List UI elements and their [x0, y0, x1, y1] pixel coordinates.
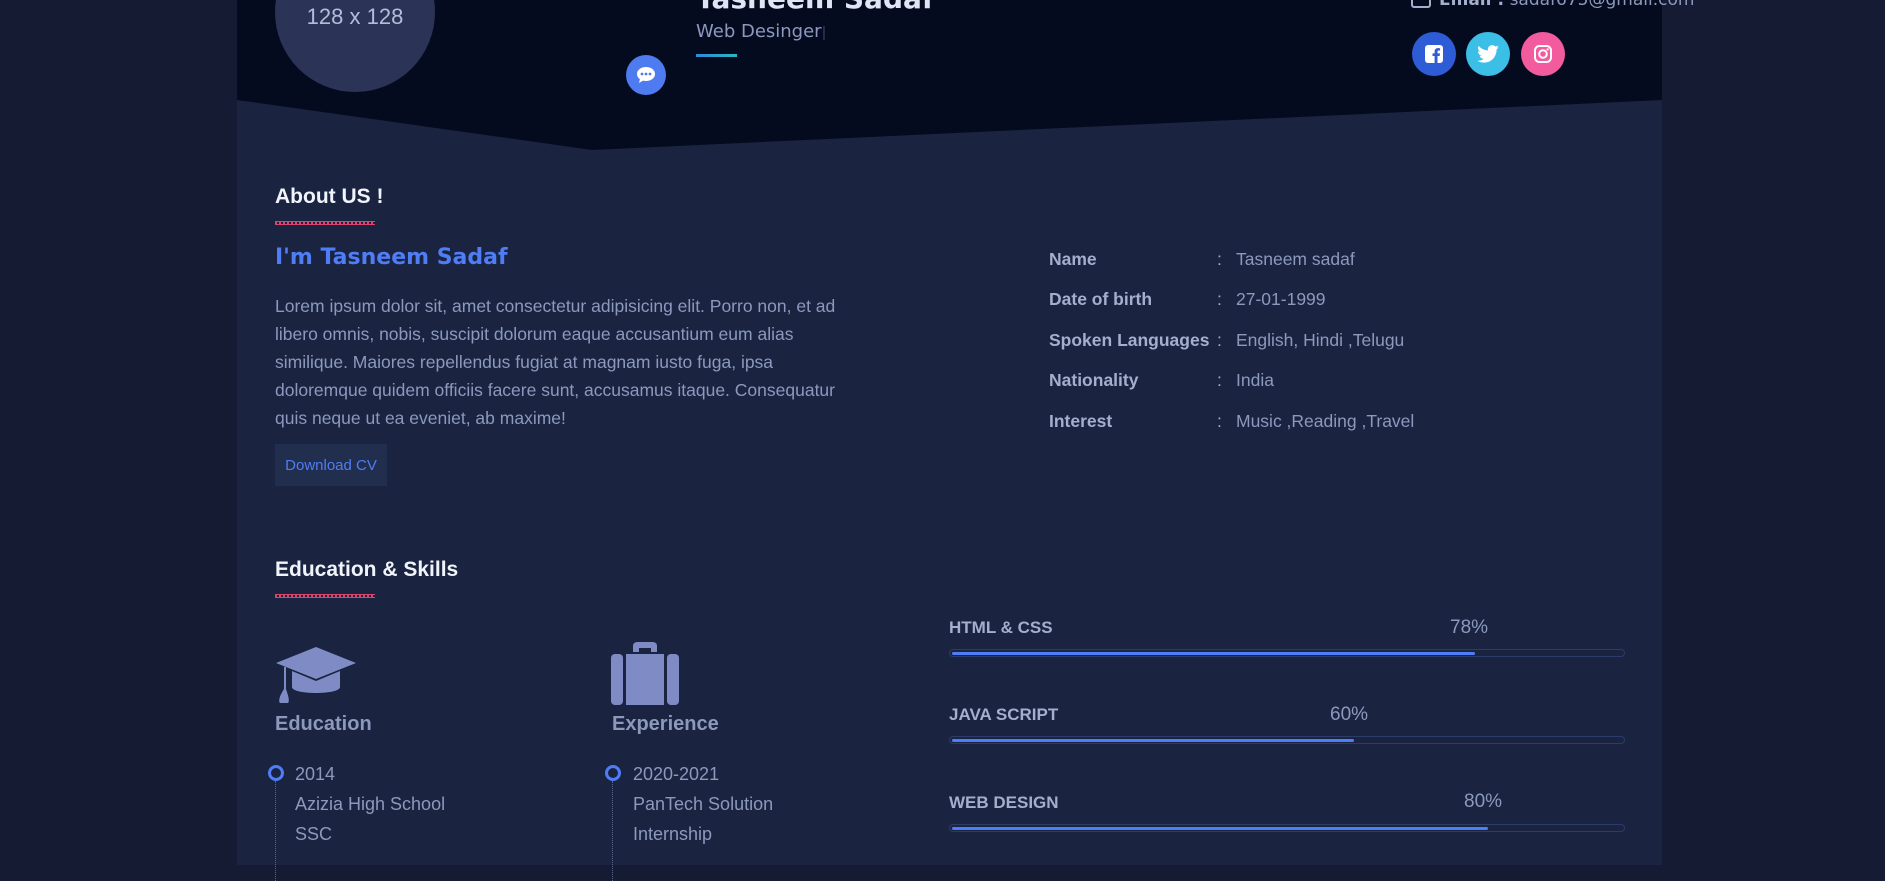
- info-label: Spoken Languages: [1049, 330, 1210, 350]
- chat-bubble-icon: [637, 67, 655, 83]
- education-year: 2014: [295, 764, 336, 784]
- info-value: 27-01-1999: [1236, 289, 1326, 309]
- twitter-icon: [1477, 45, 1499, 63]
- info-row-interest: Interest : Music ,Reading ,Travel: [1049, 411, 1609, 441]
- info-row-languages: Spoken Languages : English, Hindi ,Telug…: [1049, 330, 1609, 360]
- instagram-icon: [1534, 45, 1552, 63]
- info-value: Music ,Reading ,Travel: [1236, 411, 1415, 431]
- info-row-nationality: Nationality : India: [1049, 370, 1609, 400]
- twitter-button[interactable]: [1466, 32, 1510, 76]
- about-title-underline: [275, 221, 375, 225]
- resume-card: 128 x 128 Tasneem Sadaf Web Desinger| Em…: [237, 0, 1694, 881]
- about-description: Lorem ipsum dolor sit, amet consectetur …: [275, 296, 836, 428]
- skill-progress-bar: [949, 736, 1625, 744]
- profile-role-text: Web Desinger: [696, 21, 822, 42]
- timeline-dot: [268, 765, 284, 781]
- email-value[interactable]: sadaf675@gmail.com: [1510, 0, 1695, 10]
- experience-role: Internship: [633, 824, 713, 844]
- skill-label: HTML & CSS: [949, 618, 1053, 637]
- envelope-icon: [1411, 0, 1431, 8]
- info-label: Nationality: [1049, 370, 1139, 390]
- info-colon: :: [1217, 330, 1222, 350]
- experience-company: PanTech Solution: [633, 794, 774, 814]
- about-section-title: About US !: [275, 185, 384, 208]
- education-degree: SSC: [295, 824, 333, 844]
- info-value: India: [1236, 370, 1274, 390]
- info-colon: :: [1217, 249, 1222, 269]
- timeline-dot: [605, 765, 621, 781]
- timeline-line: [612, 781, 613, 881]
- info-label: Date of birth: [1049, 289, 1153, 309]
- download-cv-button[interactable]: Download CV: [275, 444, 387, 486]
- profile-role: Web Desinger|: [696, 21, 826, 42]
- experience-year: 2020-2021: [633, 764, 720, 784]
- experience-column-title: Experience: [612, 713, 719, 735]
- avatar-placeholder-text: 128 x 128: [306, 4, 404, 29]
- info-colon: :: [1217, 411, 1222, 431]
- experience-item: 2020-2021 PanTech Solution Internship: [633, 759, 773, 849]
- education-column-title: Education: [275, 713, 372, 735]
- education-school: Azizia High School: [295, 794, 446, 814]
- info-label: Interest: [1049, 411, 1113, 431]
- skill-percent: 78%: [1450, 617, 1489, 638]
- profile-name: Tasneem Sadaf: [696, 0, 934, 15]
- info-label: Name: [1049, 249, 1097, 269]
- facebook-button[interactable]: [1412, 32, 1456, 76]
- email-line: Email : sadaf675@gmail.com: [1411, 0, 1694, 10]
- info-colon: :: [1217, 370, 1222, 390]
- info-row-dob: Date of birth : 27-01-1999: [1049, 289, 1609, 319]
- role-underline: [696, 54, 737, 57]
- education-item: 2014 Azizia High School SSC: [295, 759, 445, 849]
- skill-label: WEB DESIGN: [949, 793, 1059, 812]
- skill-percent: 80%: [1464, 791, 1503, 812]
- skill-percent: 60%: [1330, 704, 1369, 725]
- skill-progress-bar: [949, 824, 1625, 832]
- briefcase-icon: [611, 642, 679, 705]
- profile-header: [237, 0, 1662, 150]
- education-section-title: Education & Skills: [275, 558, 459, 581]
- info-colon: :: [1217, 289, 1222, 309]
- facebook-icon: [1425, 45, 1443, 63]
- typing-cursor: |: [821, 25, 827, 41]
- info-value: English, Hindi ,Telugu: [1236, 330, 1405, 350]
- graduation-cap-icon: [276, 647, 356, 703]
- instagram-button[interactable]: [1521, 32, 1565, 76]
- skill-progress-fill: [952, 652, 1475, 655]
- skill-progress-bar: [949, 649, 1625, 657]
- skill-label: JAVA SCRIPT: [949, 705, 1059, 724]
- skill-progress-fill: [952, 827, 1488, 830]
- chat-button[interactable]: [626, 55, 666, 95]
- info-row-name: Name : Tasneem sadaf: [1049, 249, 1609, 279]
- info-value: Tasneem sadaf: [1236, 249, 1355, 269]
- skill-progress-fill: [952, 739, 1354, 742]
- email-label: Email :: [1439, 0, 1505, 10]
- education-title-underline: [275, 594, 375, 598]
- timeline-line: [275, 781, 276, 881]
- about-heading: I'm Tasneem Sadaf: [275, 245, 508, 270]
